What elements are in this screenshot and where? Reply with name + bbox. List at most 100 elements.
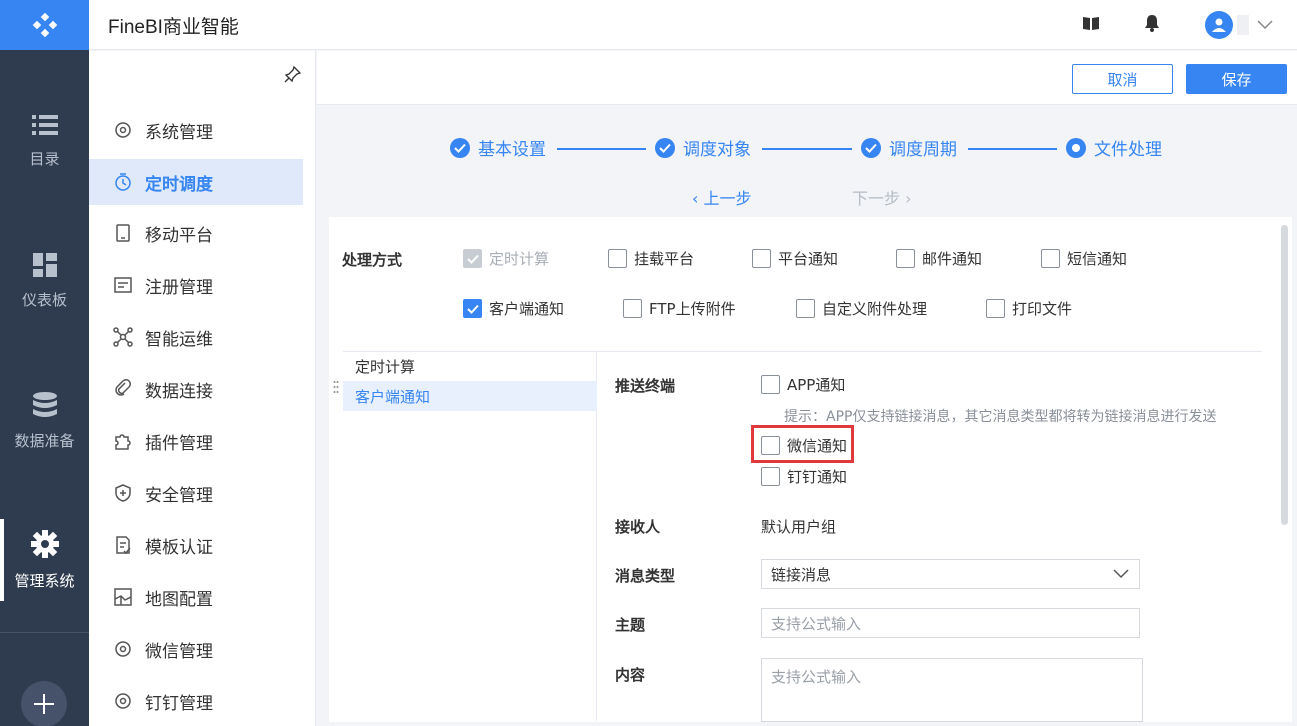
option-email-notify[interactable]: 邮件通知	[896, 248, 982, 269]
checkbox[interactable]	[896, 249, 915, 268]
chevron-left-icon: ‹	[692, 189, 704, 208]
checkbox[interactable]	[623, 299, 642, 318]
rail-item-management[interactable]: 管理系统	[0, 505, 89, 615]
gear-icon	[30, 529, 59, 558]
message-type-value: 链接消息	[771, 565, 832, 584]
menu-item-map-config[interactable]: 地图配置	[89, 574, 303, 620]
option-label: 打印文件	[1012, 300, 1073, 318]
step-file-processing[interactable]: 文件处理	[1066, 135, 1162, 160]
content-textarea[interactable]: 支持公式输入	[761, 658, 1143, 722]
menu-item-label: 钉钉管理	[145, 693, 213, 714]
option-ftp-upload[interactable]: FTP上传附件	[623, 298, 736, 319]
checkbox[interactable]	[761, 436, 780, 455]
avatar[interactable]	[1205, 11, 1233, 39]
shield-icon	[115, 484, 131, 502]
menu-item-label: 微信管理	[145, 641, 213, 662]
pin-icon[interactable]	[284, 65, 302, 87]
database-icon	[32, 391, 57, 417]
menu-item-template-auth[interactable]: 模板认证	[89, 522, 303, 568]
app-logo[interactable]	[0, 0, 89, 50]
add-button[interactable]	[21, 681, 67, 726]
push-option-wechat[interactable]: 微信通知	[761, 435, 847, 456]
check-icon	[450, 137, 470, 158]
resize-handle-icon[interactable]	[333, 380, 339, 398]
option-scheduled-calc[interactable]: 定时计算	[463, 248, 549, 269]
menu-item-plugins[interactable]: 插件管理	[89, 418, 303, 464]
menu-item-ops[interactable]: 智能运维	[89, 314, 303, 360]
option-label: 邮件通知	[922, 250, 983, 268]
prev-step-label: 上一步	[703, 189, 752, 208]
menu-item-mobile[interactable]: 移动平台	[89, 210, 303, 256]
menu-item-label: 数据连接	[145, 381, 213, 402]
dashboard-icon	[32, 252, 57, 277]
list-icon	[31, 114, 58, 135]
chevron-down-icon[interactable]	[1257, 18, 1273, 34]
vertical-scrollbar[interactable]	[1281, 225, 1288, 525]
menu-item-data-connection[interactable]: 数据连接	[89, 366, 303, 412]
option-custom-attachment[interactable]: 自定义附件处理	[796, 298, 927, 319]
checkbox[interactable]	[463, 249, 482, 268]
gear-icon	[115, 693, 131, 709]
main-content: 取消 保存 基本设置 调度对象 调度周期 文件处理 ‹ 上一步 下一步 › 处理…	[317, 51, 1297, 726]
step-basic-settings[interactable]: 基本设置	[450, 135, 546, 160]
rail-item-data-prep[interactable]: 数据准备	[0, 366, 89, 476]
book-icon[interactable]	[1082, 14, 1100, 36]
rail-item-label: 目录	[29, 149, 60, 168]
bell-icon[interactable]	[1144, 14, 1160, 36]
option-label: 挂载平台	[634, 250, 695, 268]
push-hint: 提示：APP仅支持链接消息，其它消息类型都将转为链接消息进行发送	[784, 409, 1217, 425]
menu-item-wechat[interactable]: 微信管理	[89, 626, 303, 672]
option-print-file[interactable]: 打印文件	[986, 298, 1072, 319]
menu-item-security[interactable]: 安全管理	[89, 470, 303, 516]
timer-icon	[115, 173, 131, 191]
option-client-notify[interactable]: 客户端通知	[463, 298, 564, 319]
menu-item-label: 插件管理	[145, 433, 213, 454]
menu-item-system[interactable]: 系统管理	[89, 107, 303, 153]
checkbox[interactable]	[608, 249, 627, 268]
menu-item-scheduling[interactable]: 定时调度	[89, 159, 303, 205]
menu-item-register[interactable]: 注册管理	[89, 262, 303, 308]
process-subnav: 定时计算 客户端通知	[343, 351, 597, 721]
checkbox[interactable]	[752, 249, 771, 268]
option-sms-notify[interactable]: 短信通知	[1041, 248, 1127, 269]
left-rail: 目录 仪表板 数据准备 管理系统	[0, 0, 89, 726]
option-mount-platform[interactable]: 挂载平台	[608, 248, 694, 269]
rail-item-catalog[interactable]: 目录	[0, 86, 89, 196]
checkbox[interactable]	[761, 375, 780, 394]
current-step-icon	[1066, 137, 1086, 158]
checkbox[interactable]	[986, 299, 1005, 318]
option-label: 自定义附件处理	[822, 300, 928, 318]
cancel-button[interactable]: 取消	[1072, 64, 1173, 94]
checkbox[interactable]	[796, 299, 815, 318]
rail-item-dashboard[interactable]: 仪表板	[0, 226, 89, 336]
checkbox[interactable]	[463, 299, 482, 318]
step-schedule-period[interactable]: 调度周期	[861, 135, 957, 160]
message-type-select[interactable]: 链接消息	[761, 559, 1140, 589]
checkbox[interactable]	[761, 467, 780, 486]
menu-item-dingtalk[interactable]: 钉钉管理	[89, 678, 303, 724]
step-schedule-object[interactable]: 调度对象	[655, 135, 751, 160]
user-name[interactable]	[1237, 15, 1249, 35]
subnav-item-scheduled-calc[interactable]: 定时计算	[343, 351, 597, 381]
option-label: 定时计算	[489, 250, 550, 268]
step-label: 调度对象	[683, 140, 751, 160]
menu-item-label: 模板认证	[145, 537, 213, 558]
gear-icon	[115, 122, 131, 138]
top-bar: FineBI商业智能	[89, 0, 1297, 50]
message-type-label: 消息类型	[615, 567, 676, 585]
prev-step-button[interactable]: ‹ 上一步	[692, 185, 752, 209]
subnav-item-client-notify[interactable]: 客户端通知	[343, 381, 597, 411]
save-button[interactable]: 保存	[1186, 64, 1287, 94]
network-icon	[113, 327, 133, 347]
menu-item-label: 安全管理	[145, 485, 213, 506]
form-panel: 处理方式 定时计算 挂载平台 平台通知 邮件通知 短信通知 客户端通知 FTP上…	[329, 217, 1292, 722]
push-option-app[interactable]: APP通知	[761, 374, 845, 395]
option-platform-notify[interactable]: 平台通知	[752, 248, 838, 269]
next-step-button[interactable]: 下一步 ›	[852, 185, 912, 209]
option-label: 微信通知	[787, 437, 848, 455]
checkbox[interactable]	[1041, 249, 1060, 268]
subject-input[interactable]: 支持公式输入	[761, 608, 1140, 638]
push-option-dingtalk[interactable]: 钉钉通知	[761, 466, 847, 487]
app-title: FineBI商业智能	[108, 17, 239, 38]
rail-divider	[0, 632, 89, 633]
